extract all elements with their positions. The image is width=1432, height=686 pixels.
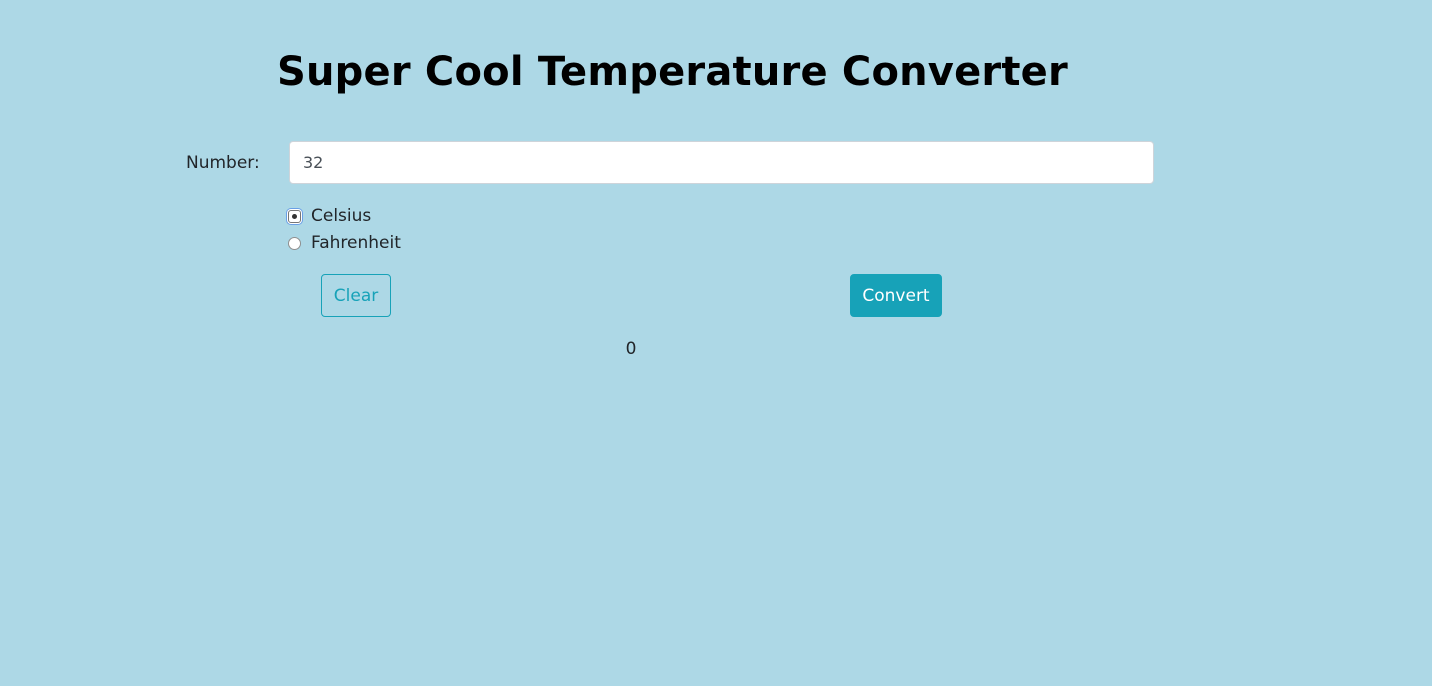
celsius-radio[interactable]	[288, 209, 301, 223]
number-input[interactable]	[289, 141, 1154, 184]
number-label: Number:	[186, 153, 260, 173]
page-title: Super Cool Temperature Converter	[277, 49, 1068, 95]
fahrenheit-radio[interactable]	[288, 236, 301, 250]
convert-button[interactable]: Convert	[850, 274, 942, 317]
radio-option-celsius[interactable]: Celsius	[288, 204, 371, 228]
celsius-label[interactable]: Celsius	[311, 204, 371, 228]
fahrenheit-label[interactable]: Fahrenheit	[311, 231, 401, 255]
radio-option-fahrenheit[interactable]: Fahrenheit	[288, 231, 401, 255]
clear-button[interactable]: Clear	[321, 274, 391, 317]
result-value: 0	[625, 339, 637, 359]
